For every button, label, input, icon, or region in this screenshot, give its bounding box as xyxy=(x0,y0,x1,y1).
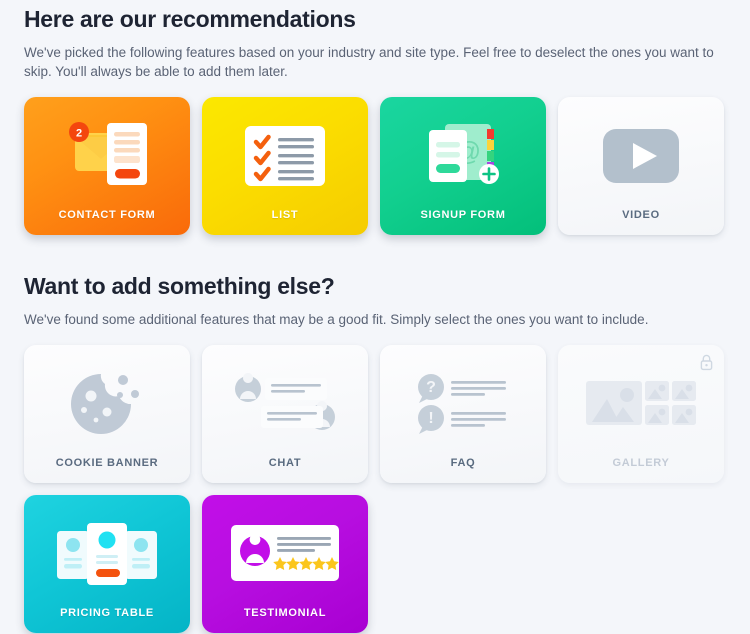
list-artwork xyxy=(202,97,368,209)
card-label: PRICING TABLE xyxy=(60,607,154,619)
feature-card-contact-form[interactable]: 2 CONTACT FORM xyxy=(24,97,190,235)
recommendations-heading: Here are our recommendations xyxy=(24,6,356,32)
feature-card-pricing-table[interactable]: PRICING TABLE xyxy=(24,495,190,633)
pricing-cards-icon xyxy=(57,523,157,585)
recommendations-card-grid: 2 CONTACT FORM LIST @ SIGNUP FORM VIDEO xyxy=(24,97,726,235)
testimonial-artwork xyxy=(202,495,368,607)
testimonial-card-icon xyxy=(231,525,339,581)
card-label: CONTACT FORM xyxy=(58,209,156,221)
question-exclamation-bubbles-icon: ? ! xyxy=(418,374,506,434)
card-label: CHAT xyxy=(268,457,302,469)
feature-card-chat[interactable]: CHAT xyxy=(202,345,368,483)
contact-form-count-badge: 2 xyxy=(69,122,89,142)
chat-bubbles-icon xyxy=(235,373,335,430)
video-artwork xyxy=(558,97,724,209)
card-label: LIST xyxy=(271,209,299,221)
envelope-form-icon: 2 xyxy=(69,122,147,185)
chat-artwork xyxy=(202,345,368,457)
card-label: COOKIE BANNER xyxy=(55,457,159,469)
cookie-icon xyxy=(71,374,139,434)
signup-form-artwork: @ xyxy=(380,97,546,209)
additional-heading: Want to add something else? xyxy=(24,273,335,299)
play-button-icon xyxy=(603,129,679,183)
card-label: TESTIMONIAL xyxy=(243,607,327,619)
contact-form-artwork: 2 xyxy=(24,97,190,209)
image-grid-icon xyxy=(586,381,696,425)
feature-card-signup-form[interactable]: @ SIGNUP FORM xyxy=(380,97,546,235)
additional-description: We've found some additional features tha… xyxy=(24,312,649,327)
card-label: VIDEO xyxy=(622,209,660,221)
pricing-table-artwork xyxy=(24,495,190,607)
checklist-icon xyxy=(245,126,325,186)
feature-card-testimonial[interactable]: TESTIMONIAL xyxy=(202,495,368,633)
card-label: GALLERY xyxy=(612,457,670,469)
feature-card-faq[interactable]: ? ! FAQ xyxy=(380,345,546,483)
cookie-banner-artwork xyxy=(24,345,190,457)
recommendations-description: We've picked the following features base… xyxy=(24,45,714,79)
add-plus-badge xyxy=(479,164,499,184)
card-label: FAQ xyxy=(450,457,476,469)
feature-card-video[interactable]: VIDEO xyxy=(558,97,724,235)
badge-count: 2 xyxy=(76,128,82,140)
svg-text:!: ! xyxy=(428,410,433,427)
svg-text:?: ? xyxy=(426,379,436,396)
feature-card-cookie-banner[interactable]: COOKIE BANNER xyxy=(24,345,190,483)
additional-card-grid: COOKIE BANNER CHAT ? ! FAQ GALLERY PRICI… xyxy=(24,345,726,633)
lock-icon xyxy=(700,354,713,371)
feature-selection-page: Here are our recommendations We've picke… xyxy=(0,0,750,634)
feature-card-list[interactable]: LIST xyxy=(202,97,368,235)
feature-card-gallery[interactable]: GALLERY xyxy=(558,345,724,483)
faq-artwork: ? ! xyxy=(380,345,546,457)
card-label: SIGNUP FORM xyxy=(420,209,506,221)
address-book-form-icon: @ xyxy=(429,124,499,184)
